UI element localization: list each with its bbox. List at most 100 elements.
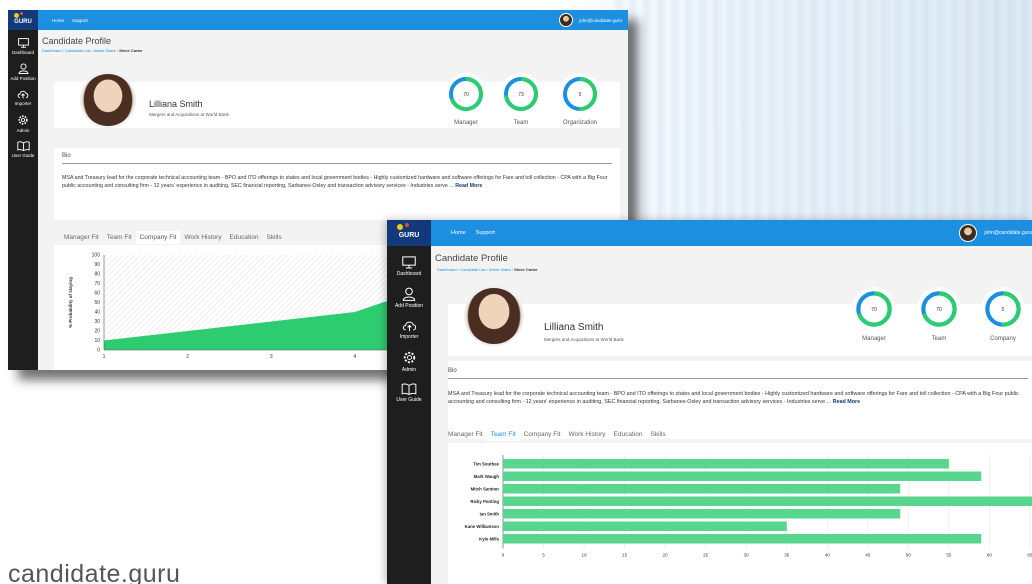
y-tick-label: 60 <box>94 291 100 297</box>
nav-home-link[interactable]: Home <box>52 18 64 23</box>
y-tick-label: 70 <box>94 281 100 287</box>
team-member-bar <box>503 534 982 544</box>
score-value: 5 <box>1002 307 1005 313</box>
team-member-bar <box>503 484 901 494</box>
team-member-bar <box>503 521 787 531</box>
cloud-upload-icon <box>402 321 416 332</box>
tab-work-history[interactable]: Work History <box>180 231 225 244</box>
tab-manager-fit[interactable]: Manager Fit <box>444 428 487 441</box>
x-tick-label: 45 <box>865 553 871 558</box>
monitor-icon <box>402 256 416 269</box>
bio-text: MSA and Treasury lead for the corporate … <box>448 391 1028 407</box>
user-email: john@candidate.guru <box>579 17 622 23</box>
y-tick-label: 10 <box>94 338 100 344</box>
y-tick-label: 0 <box>97 348 100 354</box>
brand-caption: candidate.guru <box>8 560 181 584</box>
score-value: 73 <box>518 92 524 98</box>
sidebar-item-admin[interactable]: Admin <box>8 114 38 133</box>
tab-skills[interactable]: Skills <box>646 428 669 441</box>
avatar[interactable] <box>559 13 574 27</box>
category-label: Mitch Santner <box>471 486 500 491</box>
tab-manager-fit[interactable]: Manager Fit <box>60 231 103 244</box>
sidebar-label: Add Position <box>10 76 36 81</box>
tab-company-fit[interactable]: Company Fit <box>520 428 565 441</box>
guru-logo[interactable]: GURU <box>8 10 38 30</box>
sidebar-item-user-guide[interactable]: User Guide <box>387 383 431 403</box>
y-tick-label: 80 <box>94 272 100 278</box>
nav-home-link[interactable]: Home <box>451 230 466 236</box>
score-ring-team: 73 Team <box>497 72 545 126</box>
score-label: Team <box>513 120 529 126</box>
sidebar-item-admin[interactable]: Admin <box>387 350 431 373</box>
y-axis-title: % Probability of staying <box>68 277 73 328</box>
sidebar-item-add-position[interactable]: Add Position <box>387 287 431 309</box>
breadcrumb-separator: / <box>511 267 513 272</box>
score-value: 70 <box>463 92 469 98</box>
category-label: Kane Williamson <box>465 524 500 529</box>
score-label: Company <box>990 336 1016 342</box>
sidebar-label: Add Position <box>394 303 424 309</box>
score-label: Team <box>931 336 947 342</box>
sidebar-item-user-guide[interactable]: User Guide <box>8 141 38 158</box>
category-label: Ian Smith <box>480 511 500 516</box>
team-member-bar <box>503 459 949 469</box>
breadcrumb-item[interactable]: Candidate List <box>65 48 91 53</box>
sidebar-item-importer[interactable]: Importer <box>387 319 431 340</box>
nav-support-link[interactable]: Support <box>476 230 495 236</box>
profile-card: Lilliana Smith Mergers and Acquisitions … <box>448 286 1032 356</box>
cloud-upload-icon <box>17 90 29 99</box>
y-tick-label: 40 <box>94 310 100 316</box>
breadcrumb-item[interactable]: Inside Sales <box>489 267 511 272</box>
fit-tabs: Manager Fit Team Fit Company Fit Work Hi… <box>60 231 286 244</box>
tab-team-fit[interactable]: Team Fit <box>103 231 136 244</box>
profile-name: Lilliana Smith <box>149 99 203 109</box>
breadcrumb-item[interactable]: Dashboard <box>437 267 457 272</box>
user-menu[interactable]: john@candidate.guru <box>559 13 628 27</box>
sidebar-label: User Guide <box>11 153 35 158</box>
breadcrumb-separator: / <box>457 267 459 272</box>
tab-work-history[interactable]: Work History <box>564 428 609 441</box>
main-content: Candidate Profile Dashboard / Candidate … <box>431 246 1032 584</box>
tab-education[interactable]: Education <box>610 428 647 441</box>
sidebar-item-importer[interactable]: Importer <box>8 89 38 106</box>
sidebar-label: User Guide <box>396 397 422 403</box>
score-ring-team: 70 Team <box>914 286 964 342</box>
tab-skills[interactable]: Skills <box>262 231 285 244</box>
read-more-link[interactable]: Read More <box>833 399 861 405</box>
avatar[interactable] <box>959 224 978 242</box>
breadcrumb-separator: / <box>116 48 118 53</box>
breadcrumb-item[interactable]: Inside Sales <box>94 48 116 53</box>
category-label: Mark Waugh <box>474 474 500 479</box>
team-fit-bar-chart: 0 5 10 15 20 25 30 35 40 45 50 55 60 65 Tim Southee Mar… <box>465 455 1032 558</box>
tab-education[interactable]: Education <box>226 231 263 244</box>
sidebar-item-add-position[interactable]: Add Position <box>8 63 38 81</box>
y-tick-label: 90 <box>94 262 100 268</box>
sidebar-label: Admin <box>401 367 417 373</box>
breadcrumb-item[interactable]: Candidate List <box>460 267 486 272</box>
tab-company-fit[interactable]: Company Fit <box>135 231 181 244</box>
tab-team-fit[interactable]: Team Fit <box>486 428 520 441</box>
read-more-link[interactable]: Read More <box>455 183 482 189</box>
sidebar-label: Admin <box>16 128 30 133</box>
score-ring: 70 <box>445 73 487 115</box>
nav-support-link[interactable]: Support <box>72 18 88 23</box>
sidebar-item-dashboard[interactable]: Dashboard <box>387 256 431 277</box>
score-ring-company: 5 Company <box>978 286 1028 342</box>
bio-heading: Bio <box>448 368 457 374</box>
user-add-icon <box>18 63 28 74</box>
sidebar-label: Importer <box>14 101 32 106</box>
user-menu[interactable]: john@candidate.guru <box>959 224 1032 242</box>
bio-card: Bio MSA and Treasury lead for the corpor… <box>54 148 620 220</box>
monitor-icon <box>17 38 29 48</box>
profile-window-team-fit: GURU Dashboard Add Position Importer Adm… <box>387 220 1032 584</box>
score-ring-manager: 70 Manager <box>849 286 899 342</box>
sidebar-item-dashboard[interactable]: Dashboard <box>8 38 38 55</box>
score-label: Manager <box>454 120 478 126</box>
profile-photo <box>80 72 136 128</box>
user-email: john@candidate.guru <box>984 230 1032 236</box>
top-navbar: Home Support john@candidate.guru <box>431 220 1032 246</box>
team-fit-chart-card: 0 5 10 15 20 25 30 35 40 45 50 55 60 65 Tim Southee Mar… <box>448 443 1032 584</box>
breadcrumb-item[interactable]: Dashboard <box>42 48 62 53</box>
score-ring-organization: 5 Organization <box>552 72 608 126</box>
guru-logo[interactable]: GURU <box>387 220 431 246</box>
